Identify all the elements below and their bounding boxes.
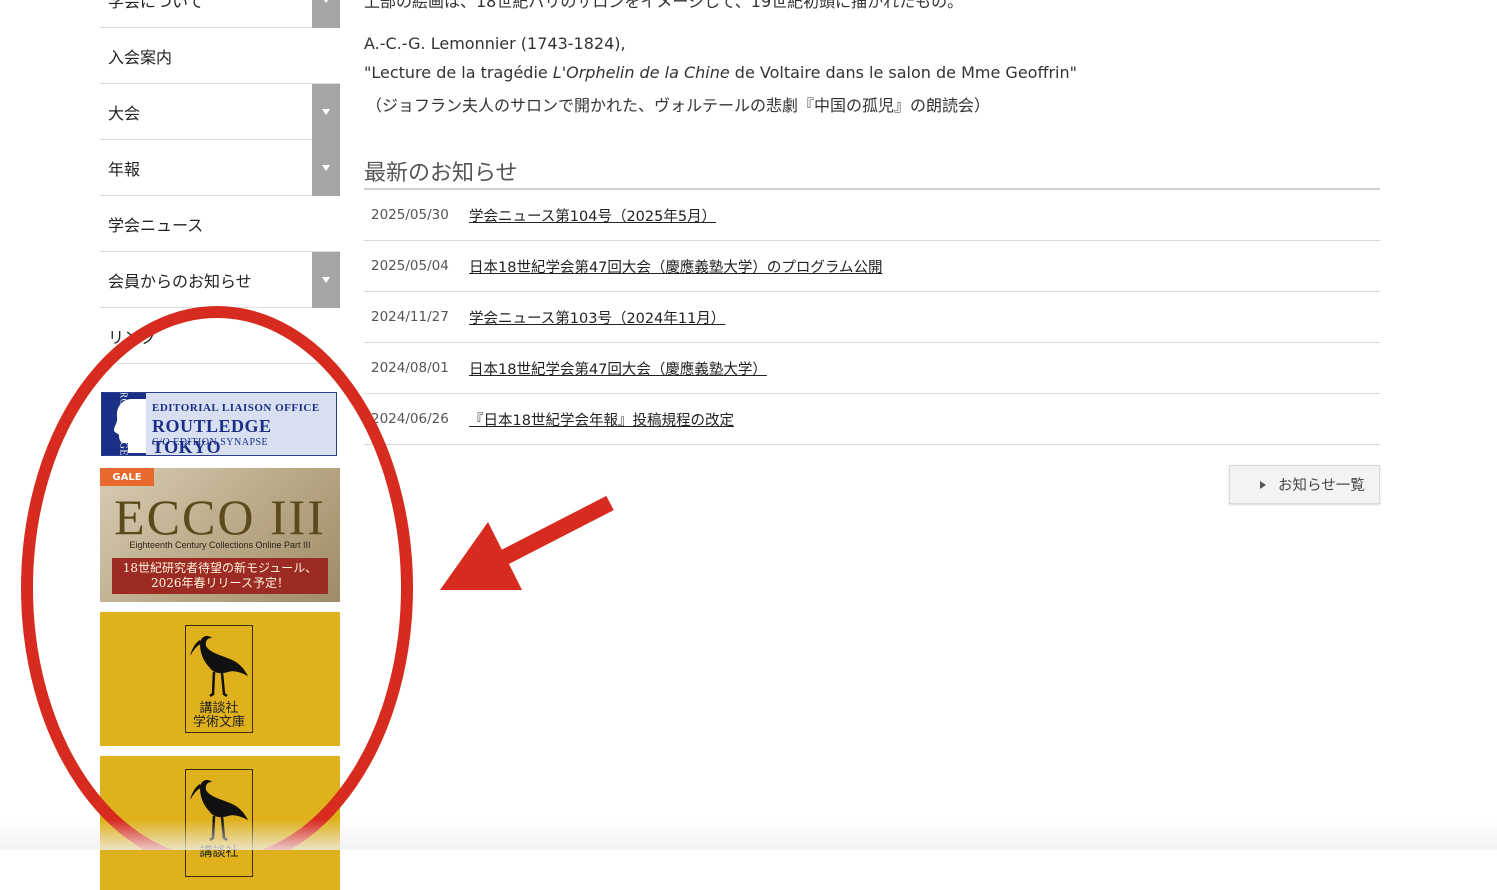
routledge-vertical-text: ROUTLEDGE	[117, 392, 129, 456]
ecco-subtitle: Eighteenth Century Collections Online Pa…	[129, 540, 311, 550]
chevron-down-icon[interactable]	[312, 252, 340, 308]
kodansha-logo: 講談社 学術文庫	[185, 625, 253, 733]
news-list: 2025/05/30 学会ニュース第104号（2025年5月） 2025/05/…	[364, 190, 1380, 445]
news-row: 2024/08/01 日本18世紀学会第47回大会（慶應義塾大学）	[364, 343, 1380, 394]
sidebar-item-society-news[interactable]: 学会ニュース	[100, 196, 340, 252]
news-date: 2024/06/26	[371, 411, 449, 427]
sidebar-item-label: リンク	[108, 327, 157, 347]
caption-top: 上部の絵画は、18世紀パリのサロンをイメージして、19世紀初頭に描かれたもの。	[364, 0, 964, 11]
sidebar-item-conference[interactable]: 大会	[100, 84, 340, 140]
news-row: 2024/06/26 『日本18世紀学会年報』投稿規程の改定	[364, 394, 1380, 445]
routledge-line3: C/O EDITION SYNAPSE	[152, 437, 269, 448]
play-triangle-icon	[1260, 480, 1266, 489]
chevron-down-icon[interactable]	[312, 140, 340, 196]
routledge-line1: EDITORIAL LIAISON OFFICE	[152, 402, 320, 414]
news-link[interactable]: 学会ニュース第104号（2025年5月）	[469, 205, 716, 226]
news-link[interactable]: 日本18世紀学会第47回大会（慶應義塾大学）のプログラム公開	[469, 256, 882, 277]
sidebar-item-links[interactable]: リンク	[100, 308, 340, 364]
ecco-title: ECCO III	[114, 489, 326, 545]
sidebar-item-label: 大会	[108, 103, 141, 123]
routledge-line2: ROUTLEDGE TOKYO	[152, 416, 272, 456]
caption-japanese: （ジョフラン夫人のサロンで開かれた、ヴォルテールの悲劇『中国の孤児』の朗読会）	[366, 96, 991, 115]
sidebar-item-label: 年報	[108, 159, 141, 179]
annotation-arrow	[440, 495, 614, 590]
news-row: 2025/05/04 日本18世紀学会第47回大会（慶應義塾大学）のプログラム公…	[364, 241, 1380, 292]
sidebar-item-label: 学会ニュース	[108, 215, 204, 235]
news-link[interactable]: 日本18世紀学会第47回大会（慶應義塾大学）	[469, 358, 767, 379]
sidebar-item-label: 学会について	[108, 0, 204, 11]
kodansha-banner-2[interactable]: 講談社	[100, 756, 340, 890]
sidebar-item-member-notices[interactable]: 会員からのお知らせ	[100, 252, 340, 308]
sidebar-nav: 学会について 入会案内 大会 年報 学会ニュース 会員からのお知らせ リンク	[100, 0, 340, 364]
news-date: 2024/11/27	[371, 309, 449, 325]
news-date: 2024/08/01	[371, 360, 449, 376]
news-row: 2024/11/27 学会ニュース第103号（2024年11月）	[364, 292, 1380, 343]
news-link[interactable]: 『日本18世紀学会年報』投稿規程の改定	[469, 409, 734, 430]
caption-title: "Lecture de la tragédie L'Orphelin de la…	[364, 63, 1077, 82]
ecco-ribbon: 18世紀研究者待望の新モジュール、 2026年春リリース予定！	[112, 558, 328, 594]
kodansha-logo: 講談社	[185, 769, 253, 877]
routledge-banner[interactable]: ROUTLEDGE EDITORIAL LIAISON OFFICE ROUTL…	[101, 392, 337, 456]
kodansha-banner[interactable]: 講談社 学術文庫	[100, 612, 340, 746]
chevron-down-icon[interactable]	[312, 0, 340, 28]
kodansha-label: 講談社	[199, 845, 239, 860]
news-list-more-button[interactable]: お知らせ一覧	[1229, 465, 1380, 504]
kodansha-label: 講談社 学術文庫	[192, 701, 245, 730]
gale-badge: GALE	[100, 468, 154, 486]
news-row: 2025/05/30 学会ニュース第104号（2025年5月）	[364, 190, 1380, 241]
ecco-ribbon-line1: 18世紀研究者待望の新モジュール、	[122, 561, 318, 575]
routledge-logo-icon: ROUTLEDGE	[102, 393, 146, 455]
sidebar-item-about[interactable]: 学会について	[100, 0, 340, 28]
more-button-label: お知らせ一覧	[1278, 478, 1365, 494]
ibis-icon	[190, 780, 248, 842]
sidebar-item-label: 入会案内	[108, 47, 173, 67]
ecco-banner[interactable]: GALE ECCO III Eighteenth Century Collect…	[100, 468, 340, 602]
news-date: 2025/05/04	[371, 258, 449, 274]
ecco-ribbon-line2: 2026年春リリース予定！	[151, 576, 289, 590]
chevron-down-icon[interactable]	[312, 84, 340, 140]
news-date: 2025/05/30	[371, 207, 449, 223]
sidebar-item-label: 会員からのお知らせ	[108, 271, 252, 291]
news-link[interactable]: 学会ニュース第103号（2024年11月）	[469, 307, 725, 328]
ibis-icon	[190, 636, 248, 698]
news-section-title: 最新のお知らせ	[364, 161, 518, 186]
sidebar-item-membership[interactable]: 入会案内	[100, 28, 340, 84]
sidebar-item-annual-report[interactable]: 年報	[100, 140, 340, 196]
caption-artist: A.-C.-G. Lemonnier (1743-1824),	[364, 34, 626, 53]
